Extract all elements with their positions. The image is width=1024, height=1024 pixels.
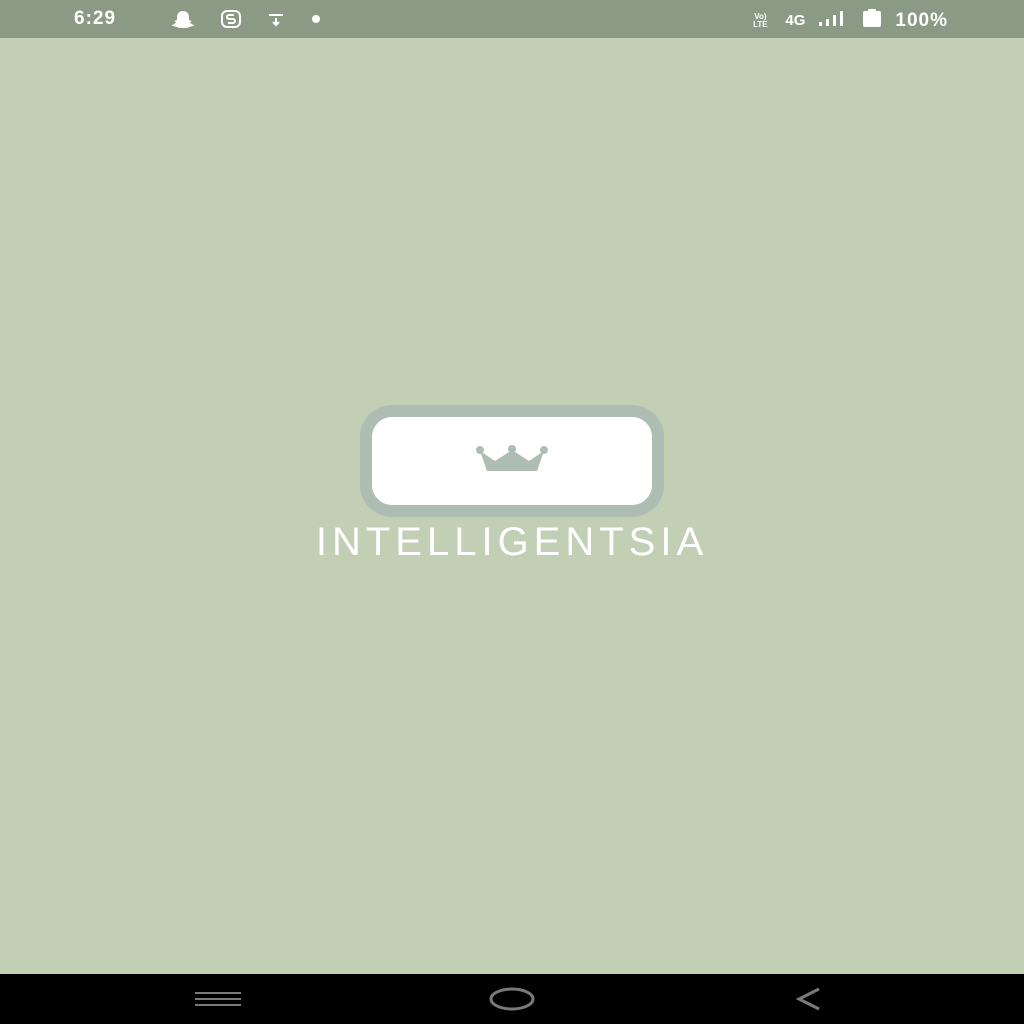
snapchat-icon [170, 9, 196, 29]
recent-apps-icon [195, 992, 241, 1006]
notification-icons [170, 9, 322, 29]
dot-icon [310, 9, 322, 29]
back-button[interactable] [780, 974, 836, 1024]
navigation-bar [0, 974, 1024, 1024]
status-bar: 6:29 Vo) LTE 4G 100% [0, 0, 1024, 38]
signal-icon [817, 10, 849, 31]
download-icon [266, 9, 286, 29]
home-button[interactable] [484, 974, 540, 1024]
lte-label: LTE [753, 19, 768, 29]
status-time: 6:29 [74, 8, 117, 29]
volte-indicator: Vo) LTE [747, 12, 773, 29]
splash-screen: 6:29 Vo) LTE 4G 100% INTELLIGENTSIA [0, 0, 1024, 1024]
app-logo [360, 405, 664, 517]
s-app-icon [220, 9, 242, 29]
crown-icon [475, 444, 549, 478]
back-icon [795, 987, 820, 1011]
status-indicators: Vo) LTE 4G 100% [747, 8, 948, 33]
battery-percent: 100% [895, 9, 948, 31]
network-type: 4G [785, 12, 806, 29]
battery-icon [861, 8, 883, 33]
home-icon [489, 987, 535, 1011]
recent-apps-button[interactable] [190, 974, 246, 1024]
app-name: INTELLIGENTSIA [315, 520, 709, 564]
